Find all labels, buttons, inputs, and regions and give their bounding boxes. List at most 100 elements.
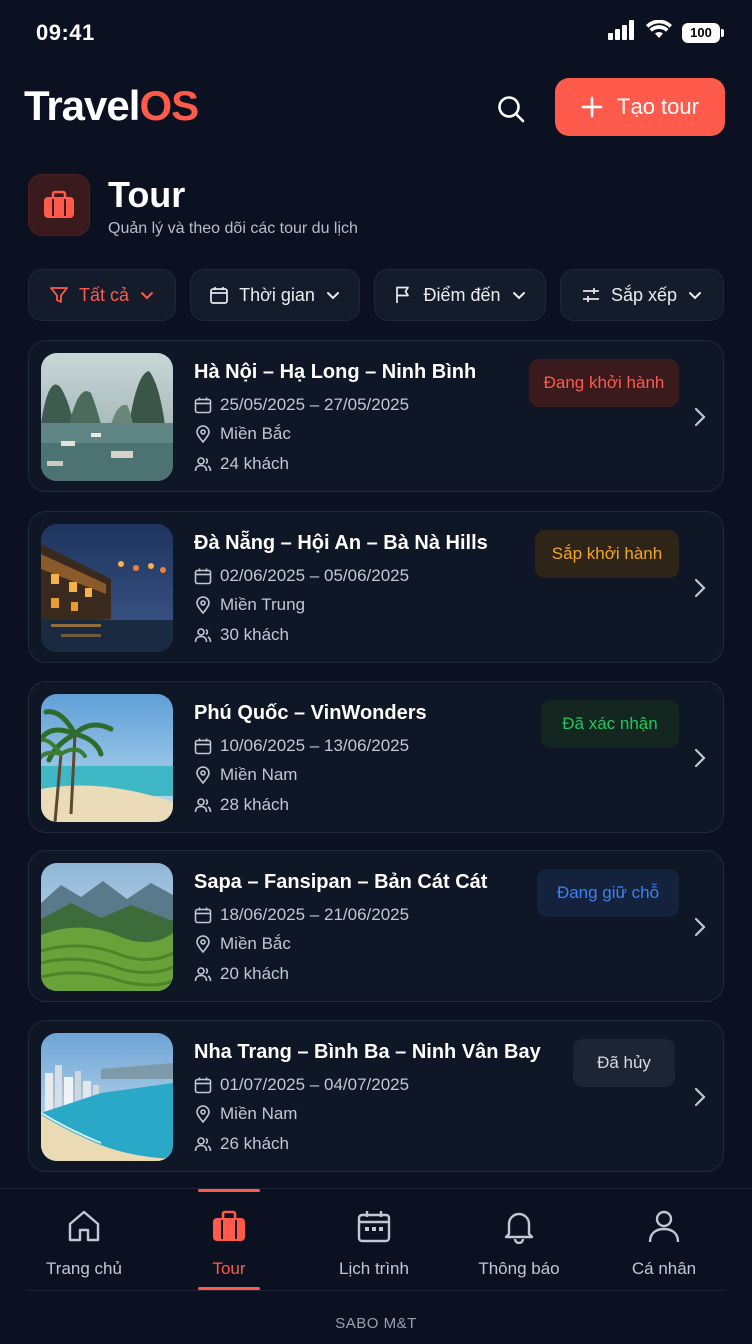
tour-card[interactable]: Đà Nẵng – Hội An – Bà Nà Hills 02/06/202… (28, 511, 724, 663)
tour-title: Phú Quốc – VinWonders (194, 702, 427, 724)
chevron-right-icon[interactable] (691, 576, 709, 600)
plus-icon (581, 96, 603, 118)
briefcase-icon (28, 174, 90, 236)
tour-region-text: Miền Nam (220, 765, 298, 784)
filter-time[interactable]: Thời gian (190, 269, 360, 321)
chevron-right-icon[interactable] (691, 1085, 709, 1109)
tour-guests-text: 26 khách (220, 1134, 289, 1153)
page-subtitle: Quản lý và theo dõi các tour du lịch (108, 220, 358, 237)
tour-region-text: Miền Nam (220, 1104, 298, 1123)
location-pin-icon (194, 596, 212, 614)
briefcase-icon (211, 1207, 247, 1245)
nav-active-indicator (198, 1189, 260, 1192)
footer-brand: SABO M&T (335, 1315, 417, 1332)
tour-region: Miền Nam (194, 1104, 297, 1124)
tour-title: Nha Trang – Bình Ba – Ninh Vân Bay (194, 1041, 541, 1063)
tour-card[interactable]: Sapa – Fansipan – Bản Cát Cát 18/06/2025… (28, 850, 724, 1002)
tour-guests-text: 28 khách (220, 795, 289, 814)
nav-profile[interactable]: Cá nhân (599, 1189, 729, 1289)
status-bar: 09:41 100 (0, 0, 752, 66)
page-heading: Tour Quản lý và theo dõi các tour du lịc… (28, 174, 728, 244)
chevron-right-icon[interactable] (691, 405, 709, 429)
tour-dates-text: 02/06/2025 – 05/06/2025 (220, 566, 410, 585)
status-badge: Đang giữ chỗ (537, 869, 679, 917)
tour-region: Miền Bắc (194, 424, 291, 444)
create-tour-label: Tạo tour (617, 94, 699, 119)
chevron-right-icon[interactable] (691, 746, 709, 770)
tour-dates-text: 01/07/2025 – 04/07/2025 (220, 1075, 410, 1094)
nav-schedule-label: Lịch trình (339, 1259, 409, 1278)
chevron-down-icon (141, 292, 154, 300)
hoi-an-lanterns-photo (41, 524, 173, 652)
page-title: Tour (108, 174, 186, 215)
users-icon (194, 626, 212, 644)
users-icon (194, 455, 212, 473)
signal-icon (608, 20, 636, 45)
tour-guests-text: 24 khách (220, 454, 289, 473)
tour-guests-text: 20 khách (220, 964, 289, 983)
sapa-terraces-photo (41, 863, 173, 991)
location-pin-icon (194, 425, 212, 443)
nav-schedule[interactable]: Lịch trình (309, 1189, 439, 1289)
location-pin-icon (194, 1105, 212, 1123)
tour-card[interactable]: Nha Trang – Bình Ba – Ninh Vân Bay 01/07… (28, 1020, 724, 1172)
tour-dates: 25/05/2025 – 27/05/2025 (194, 395, 409, 415)
filter-destination-label: Điểm đến (423, 284, 501, 305)
nav-notifications-label: Thông báo (478, 1259, 560, 1278)
tour-dates-text: 10/06/2025 – 13/06/2025 (220, 736, 410, 755)
filter-time-label: Thời gian (239, 284, 315, 305)
status-badge: Đã hủy (573, 1039, 675, 1087)
filter-all[interactable]: Tất cả (28, 269, 176, 321)
logo-accent-text: OS (139, 82, 199, 129)
tour-card[interactable]: Hà Nội – Hạ Long – Ninh Bình 25/05/2025 … (28, 340, 724, 492)
user-icon (646, 1207, 682, 1245)
search-icon (498, 96, 525, 123)
nav-tour[interactable]: Tour (164, 1189, 294, 1290)
tour-region: Miền Nam (194, 765, 297, 785)
nav-home-label: Trang chủ (46, 1259, 122, 1278)
tour-card[interactable]: Phú Quốc – VinWonders 10/06/2025 – 13/06… (28, 681, 724, 833)
location-pin-icon (194, 935, 212, 953)
search-button[interactable] (490, 88, 532, 130)
battery-indicator: 100 (682, 22, 724, 43)
filter-bar: Tất cả Thời gian Điểm đến Sắp xếp (28, 269, 724, 321)
location-pin-icon (194, 766, 212, 784)
bell-icon (501, 1207, 537, 1245)
tour-dates-text: 25/05/2025 – 27/05/2025 (220, 395, 410, 414)
bottom-nav: Trang chủ Tour Lịch trình Thông báo Cá n… (0, 1188, 752, 1344)
sliders-icon (582, 288, 599, 302)
home-icon (66, 1207, 102, 1245)
status-badge: Sắp khởi hành (535, 530, 679, 578)
tour-guests: 20 khách (194, 964, 289, 984)
app-header: TravelOS Tạo tour (0, 74, 752, 140)
tour-region-text: Miền Bắc (220, 424, 291, 443)
tour-guests: 26 khách (194, 1134, 289, 1154)
create-tour-button[interactable]: Tạo tour (555, 78, 725, 136)
nav-profile-label: Cá nhân (631, 1259, 697, 1278)
nav-notifications[interactable]: Thông báo (454, 1189, 584, 1289)
phu-quoc-beach-photo (41, 694, 173, 822)
calendar-icon (194, 1076, 212, 1094)
tour-guests: 30 khách (194, 625, 289, 645)
filter-sort[interactable]: Sắp xếp (560, 269, 724, 321)
users-icon (194, 796, 212, 814)
tour-dates: 02/06/2025 – 05/06/2025 (194, 566, 409, 586)
tour-region: Miền Bắc (194, 934, 291, 954)
calendar-icon (210, 287, 228, 304)
status-time: 09:41 (36, 20, 95, 45)
chevron-down-icon (689, 292, 702, 300)
tour-region-text: Miền Bắc (220, 934, 291, 953)
filter-destination[interactable]: Điểm đến (374, 269, 546, 321)
users-icon (194, 965, 212, 983)
filter-sort-label: Sắp xếp (610, 284, 678, 305)
tour-title: Đà Nẵng – Hội An – Bà Nà Hills (194, 532, 488, 554)
wifi-icon (646, 19, 672, 45)
tour-region: Miền Trung (194, 595, 305, 615)
nav-home[interactable]: Trang chủ (19, 1189, 149, 1289)
nha-trang-coast-photo (41, 1033, 173, 1161)
status-icons: 100 (608, 19, 724, 45)
nav-tour-label: Tour (212, 1259, 246, 1278)
ha-long-bay-photo (41, 353, 173, 481)
chevron-right-icon[interactable] (691, 915, 709, 939)
tour-title: Sapa – Fansipan – Bản Cát Cát (194, 871, 488, 893)
